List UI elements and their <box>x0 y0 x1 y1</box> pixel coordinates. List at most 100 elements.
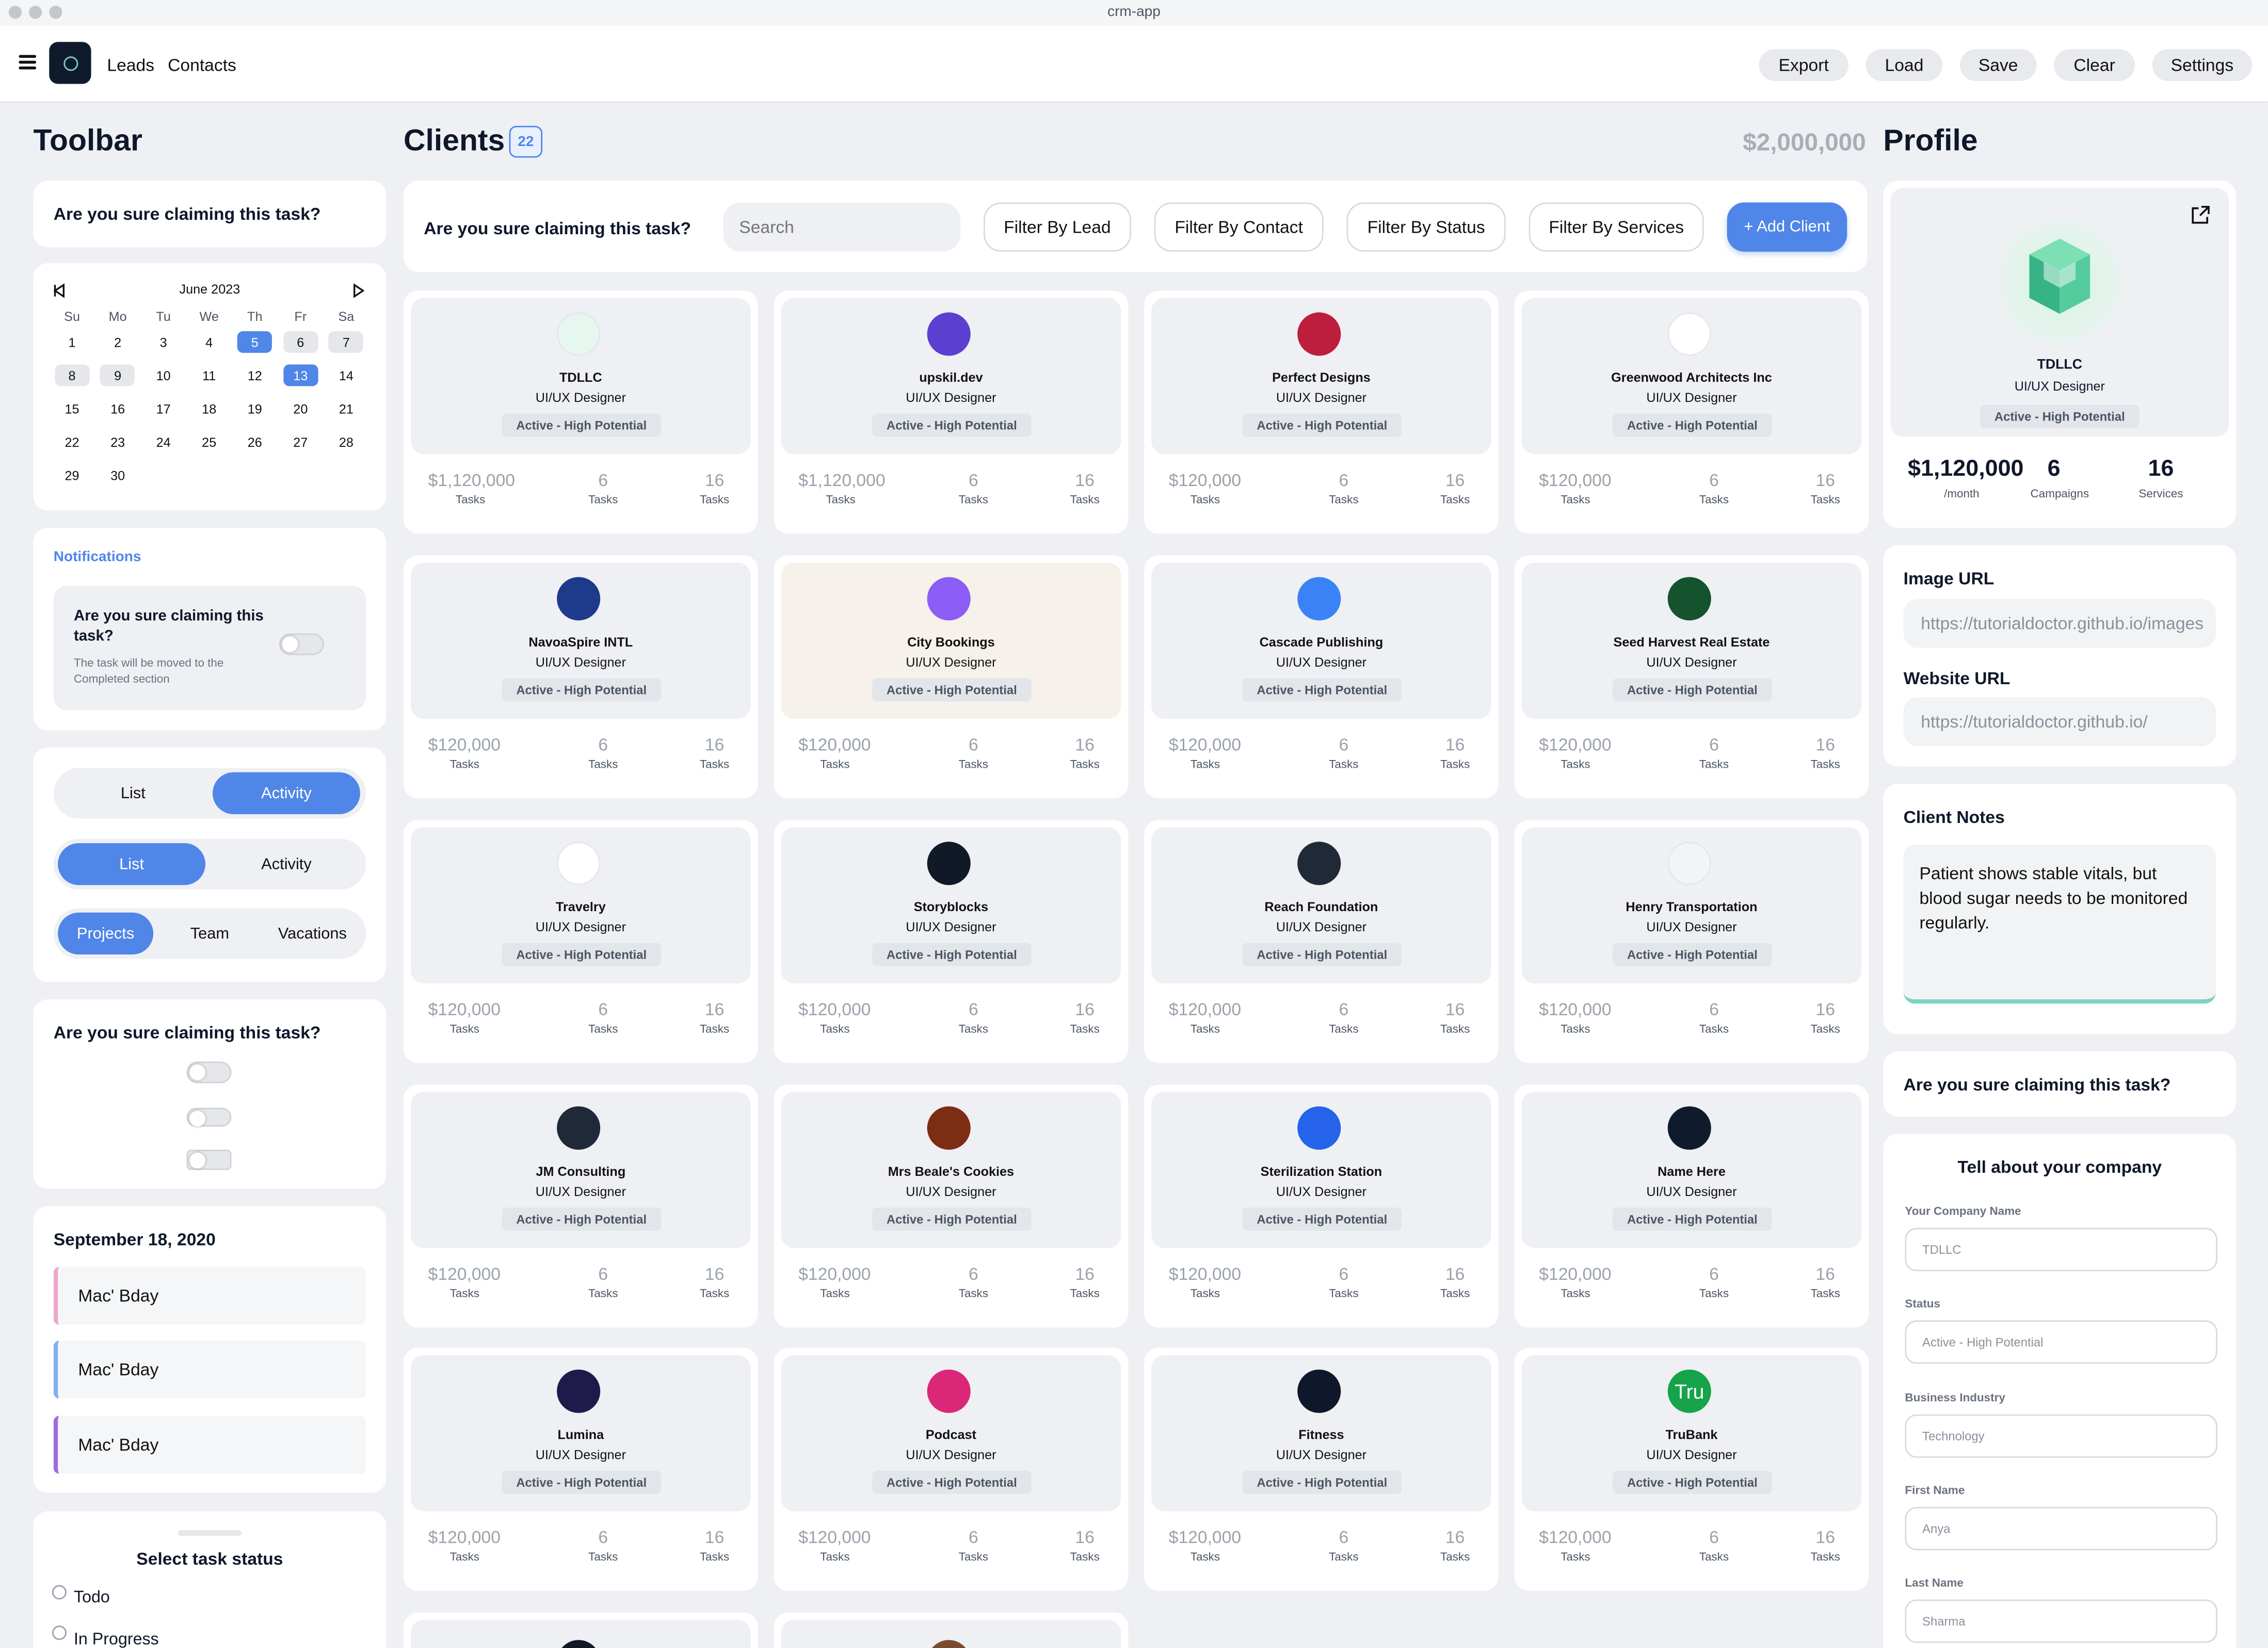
segment-vacations[interactable]: Vacations <box>265 913 360 955</box>
calendar-day[interactable]: 17 <box>140 392 186 425</box>
calendar-day[interactable]: 23 <box>95 425 141 458</box>
filter-by-status-button[interactable]: Filter By Status <box>1346 202 1506 252</box>
calendar-day[interactable]: 2 <box>95 326 141 359</box>
website-url-field[interactable]: https://tutorialdoctor.github.io/ <box>1903 697 2216 747</box>
client-card[interactable]: Henry Transportation UI/UX Designer Active… <box>1514 820 1869 1063</box>
calendar-day[interactable]: 19 <box>232 392 278 425</box>
radio-todo[interactable] <box>52 1585 67 1600</box>
client-card[interactable]: Podcast UI/UX Designer Active - High Poten… <box>774 1348 1129 1591</box>
calendar-day[interactable]: 16 <box>95 392 141 425</box>
segment-projects[interactable]: Projects <box>58 912 154 955</box>
calendar-day[interactable]: 11 <box>186 359 232 392</box>
switch-2[interactable] <box>186 1108 232 1127</box>
calendar-day[interactable]: 13 <box>278 359 324 392</box>
drag-handle[interactable] <box>178 1530 242 1536</box>
client-status-badge: Active - High Potential <box>872 413 1032 437</box>
calendar-day[interactable]: 28 <box>324 425 369 458</box>
segment-team[interactable]: Team <box>162 913 258 955</box>
client-card[interactable]: Fitness UI/UX Designer Active - High Poten… <box>1144 1348 1499 1591</box>
calendar-day[interactable]: 7 <box>324 326 369 359</box>
calendar-day[interactable]: 15 <box>49 392 95 425</box>
app-logo[interactable] <box>49 42 91 84</box>
calendar-day[interactable]: 29 <box>49 459 95 492</box>
client-services: 16 <box>1815 1264 1835 1284</box>
event-item[interactable]: Mac' Bday <box>53 1267 366 1325</box>
client-card[interactable]: JM Consulting UI/UX Designer Active - High… <box>404 1085 758 1328</box>
status-input[interactable]: Active - High Potential <box>1905 1320 2217 1364</box>
client-card[interactable]: TDLLC UI/UX Designer Active - High Potenti… <box>404 290 758 534</box>
client-card[interactable]: Tru TruBank UI/UX Designer Active - High Po… <box>1514 1348 1869 1591</box>
external-link-icon[interactable] <box>2190 204 2212 225</box>
client-card-partial[interactable] <box>404 1612 758 1648</box>
segment-activity[interactable]: Activity <box>213 843 360 885</box>
save-button[interactable]: Save <box>1959 49 2037 81</box>
calendar-day[interactable]: 8 <box>49 359 95 392</box>
calendar-day[interactable]: 30 <box>95 459 141 492</box>
client-card[interactable]: Lumina UI/UX Designer Active - High Potent… <box>404 1348 758 1591</box>
menu-icon[interactable] <box>19 55 37 70</box>
notification-toggle[interactable] <box>279 633 324 655</box>
client-card[interactable]: Mrs Beale's Cookies UI/UX Designer Active … <box>774 1085 1129 1328</box>
calendar-day[interactable]: 22 <box>49 425 95 458</box>
nav-leads[interactable]: Leads <box>107 55 154 75</box>
client-notes-textarea[interactable]: Patient shows stable vitals, but blood s… <box>1903 844 2216 1004</box>
calendar-day[interactable]: 14 <box>324 359 369 392</box>
client-card[interactable]: NavoaSpire INTL UI/UX Designer Active - Hi… <box>404 555 758 799</box>
client-card-partial[interactable] <box>774 1612 1129 1648</box>
calendar-day[interactable]: 1 <box>49 326 95 359</box>
trubank-logo-icon: Tru <box>1667 1369 1711 1413</box>
event-item[interactable]: Mac' Bday <box>53 1340 366 1399</box>
radio-in-progress[interactable] <box>52 1625 67 1640</box>
prev-month-icon[interactable] <box>53 283 65 298</box>
nav-contacts[interactable]: Contacts <box>168 55 236 75</box>
add-client-button[interactable]: + Add Client <box>1727 202 1847 252</box>
calendar-day[interactable]: 25 <box>186 425 232 458</box>
image-url-field[interactable]: https://tutorialdoctor.github.io/images <box>1903 599 2216 648</box>
search-input[interactable] <box>723 202 961 252</box>
client-tasks: 6 <box>1709 999 1719 1020</box>
load-button[interactable]: Load <box>1865 49 1943 81</box>
calendar-day[interactable]: 24 <box>140 425 186 458</box>
business-industry-input[interactable]: Technology <box>1905 1414 2217 1458</box>
client-card[interactable]: upskil.dev UI/UX Designer Active - High Po… <box>774 290 1129 534</box>
clear-button[interactable]: Clear <box>2054 49 2135 81</box>
calendar-day[interactable]: 12 <box>232 359 278 392</box>
switch-3[interactable] <box>186 1150 232 1170</box>
calendar-day[interactable]: 3 <box>140 326 186 359</box>
filter-by-contact-button[interactable]: Filter By Contact <box>1154 202 1324 252</box>
client-card[interactable]: Greenwood Architects Inc UI/UX Designer Ac… <box>1514 290 1869 534</box>
filter-by-lead-button[interactable]: Filter By Lead <box>983 202 1131 252</box>
calendar-day[interactable]: 21 <box>324 392 369 425</box>
client-card[interactable]: Seed Harvest Real Estate UI/UX Designer Ac… <box>1514 555 1869 799</box>
calendar-day[interactable]: 6 <box>278 326 324 359</box>
last-name-input[interactable]: Sharma <box>1905 1599 2217 1643</box>
client-card[interactable]: Sterilization Station UI/UX Designer Activ… <box>1144 1085 1499 1328</box>
event-item[interactable]: Mac' Bday <box>53 1416 366 1474</box>
calendar-day[interactable]: 26 <box>232 425 278 458</box>
client-card[interactable]: Travelry UI/UX Designer Active - High Pote… <box>404 820 758 1063</box>
segment-activity[interactable]: Activity <box>213 772 360 815</box>
client-card[interactable]: Perfect Designs UI/UX Designer Active - Hi… <box>1144 290 1499 534</box>
calendar-day[interactable]: 4 <box>186 326 232 359</box>
filter-by-services-button[interactable]: Filter By Services <box>1529 202 1704 252</box>
settings-button[interactable]: Settings <box>2152 49 2253 81</box>
client-card[interactable]: Reach Foundation UI/UX Designer Active - H… <box>1144 820 1499 1063</box>
client-card[interactable]: Name Here UI/UX Designer Active - High Pot… <box>1514 1085 1869 1328</box>
calendar-day[interactable]: 10 <box>140 359 186 392</box>
next-month-icon[interactable] <box>353 283 365 298</box>
calendar-day[interactable]: 5 <box>232 326 278 359</box>
client-card[interactable]: City Bookings UI/UX Designer Active - High… <box>774 555 1129 799</box>
segment-list[interactable]: List <box>58 772 208 814</box>
client-card[interactable]: Storyblocks UI/UX Designer Active - High P… <box>774 820 1129 1063</box>
export-button[interactable]: Export <box>1759 49 1849 81</box>
client-role: UI/UX Designer <box>1646 390 1737 405</box>
first-name-input[interactable]: Anya <box>1905 1507 2217 1550</box>
calendar-day[interactable]: 20 <box>278 392 324 425</box>
client-card[interactable]: Cascade Publishing UI/UX Designer Active -… <box>1144 555 1499 799</box>
switch-1[interactable] <box>186 1061 232 1084</box>
calendar-day[interactable]: 9 <box>95 359 141 392</box>
calendar-day[interactable]: 27 <box>278 425 324 458</box>
company-name-input[interactable]: TDLLC <box>1905 1227 2217 1271</box>
segment-list[interactable]: List <box>58 843 206 885</box>
calendar-day[interactable]: 18 <box>186 392 232 425</box>
